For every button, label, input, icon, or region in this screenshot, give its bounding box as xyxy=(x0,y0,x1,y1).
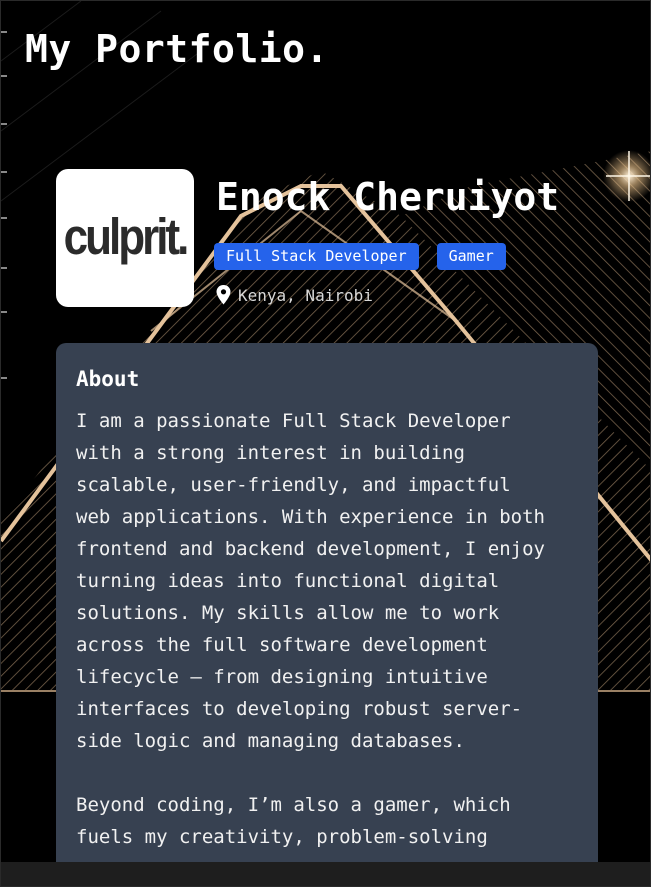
about-heading: About xyxy=(76,367,140,391)
avatar-logo: culprit. xyxy=(63,209,190,266)
site-title: My Portfolio. xyxy=(25,27,329,71)
badge-full-stack-developer: Full Stack Developer xyxy=(214,243,419,270)
location: Kenya, Nairobi xyxy=(216,285,373,305)
about-paragraph-1: I am a passionate Full Stack Developer w… xyxy=(76,410,545,752)
bottom-bar xyxy=(1,862,650,886)
about-paragraph-2: Beyond coding, I’m also a gamer, which f… xyxy=(76,794,511,848)
map-pin-icon xyxy=(216,285,231,305)
avatar: culprit. xyxy=(56,169,194,307)
left-edge-marks xyxy=(1,31,7,391)
about-card: About I am a passionate Full Stack Devel… xyxy=(56,343,598,886)
profile-name: Enock Cheruiyot xyxy=(216,175,560,219)
portfolio-window: My Portfolio. culprit. Enock Cheruiyot F… xyxy=(0,0,651,887)
role-badges: Full Stack Developer Gamer xyxy=(214,243,506,270)
location-text: Kenya, Nairobi xyxy=(238,285,373,305)
badge-gamer: Gamer xyxy=(436,243,506,270)
